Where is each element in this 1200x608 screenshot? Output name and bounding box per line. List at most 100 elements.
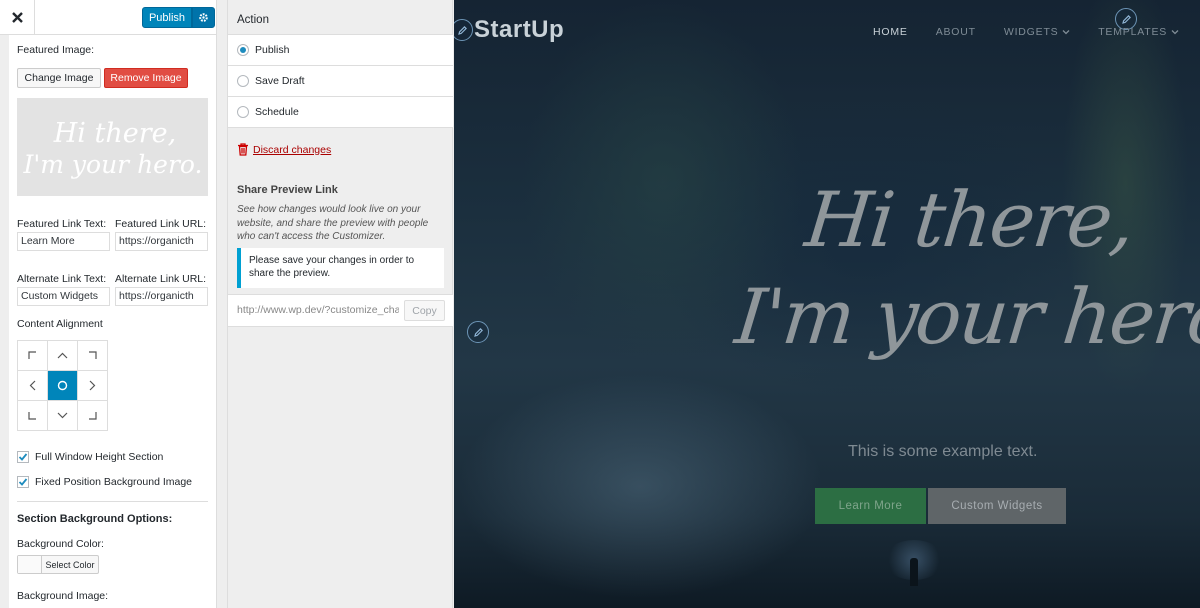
corner-top-left-icon bbox=[28, 351, 36, 359]
corner-bottom-left-icon bbox=[28, 412, 36, 420]
align-bottom-center[interactable] bbox=[48, 401, 78, 431]
publish-settings-pane: Action Publish Save Draft Schedule Disca… bbox=[227, 0, 453, 608]
close-customizer-button[interactable] bbox=[0, 0, 35, 35]
nav-about-label: ABOUT bbox=[935, 26, 976, 38]
discard-changes-row[interactable]: Discard changes bbox=[237, 143, 331, 156]
fixed-background-option[interactable]: Fixed Position Background Image bbox=[17, 476, 192, 488]
chevron-right-icon bbox=[89, 380, 96, 391]
checkmark-icon bbox=[18, 478, 28, 486]
alternate-link-text-label: Alternate Link Text: bbox=[17, 273, 107, 285]
learn-more-button[interactable]: Learn More bbox=[815, 488, 926, 524]
preview-url-row: http://www.wp.dev/?customize_changeset_u… bbox=[228, 294, 453, 327]
circle-icon bbox=[57, 380, 68, 391]
site-navigation: HOME ABOUT WIDGETS TEMPLATES SH bbox=[873, 26, 1200, 38]
chevron-down-icon bbox=[57, 412, 68, 419]
nav-templates-label: TEMPLATES bbox=[1098, 26, 1168, 38]
save-draft-option-label: Save Draft bbox=[255, 75, 305, 87]
nav-item-about[interactable]: ABOUT bbox=[936, 26, 976, 38]
trash-icon bbox=[238, 143, 248, 156]
background-image-label: Background Image: bbox=[17, 590, 109, 602]
align-center-right[interactable] bbox=[78, 371, 108, 401]
align-center-left[interactable] bbox=[18, 371, 48, 401]
full-window-height-label: Full Window Height Section bbox=[35, 451, 164, 463]
hero-subtitle: This is some example text. bbox=[848, 443, 1038, 460]
align-top-right[interactable] bbox=[78, 341, 108, 371]
remove-image-button[interactable]: Remove Image bbox=[104, 68, 188, 88]
align-center[interactable] bbox=[48, 371, 78, 401]
featured-preview-line1: Hi there, bbox=[53, 118, 176, 149]
save-draft-radio[interactable] bbox=[237, 75, 249, 87]
featured-preview-line2: I'm your hero. bbox=[23, 150, 203, 179]
edit-logo-shortcut[interactable] bbox=[454, 19, 473, 41]
alternate-link-text-input[interactable]: Custom Widgets bbox=[17, 287, 110, 306]
fixed-background-label: Fixed Position Background Image bbox=[35, 476, 193, 488]
schedule-radio[interactable] bbox=[237, 106, 249, 118]
featured-link-url-input[interactable]: https://organicth bbox=[115, 232, 208, 251]
select-color-label: Select Color bbox=[45, 559, 95, 570]
site-logo[interactable]: StartUp bbox=[474, 16, 564, 44]
pencil-icon bbox=[457, 25, 467, 35]
person-silhouette bbox=[910, 558, 918, 586]
hero-heading-line2: I'm your hero. bbox=[731, 272, 1200, 361]
publish-radio[interactable] bbox=[237, 44, 249, 56]
chevron-left-icon bbox=[29, 380, 36, 391]
content-alignment-grid bbox=[17, 340, 108, 431]
featured-image-label: Featured Image: bbox=[17, 44, 95, 56]
pencil-icon bbox=[473, 327, 483, 337]
action-option-schedule[interactable]: Schedule bbox=[228, 96, 453, 128]
share-preview-title: Share Preview Link bbox=[237, 184, 338, 196]
content-alignment-label: Content Alignment bbox=[17, 318, 103, 330]
alternate-link-url-label: Alternate Link URL: bbox=[115, 273, 207, 285]
action-option-save-draft[interactable]: Save Draft bbox=[228, 65, 453, 96]
site-preview: StartUp HOME ABOUT WIDGETS TEMPLATES SH … bbox=[454, 0, 1200, 608]
customizer-header: Publish bbox=[0, 0, 216, 35]
align-top-left[interactable] bbox=[18, 341, 48, 371]
nav-item-widgets[interactable]: WIDGETS bbox=[1004, 26, 1070, 38]
publish-option-label: Publish bbox=[255, 44, 290, 56]
schedule-option-label: Schedule bbox=[255, 106, 299, 118]
gear-icon bbox=[199, 13, 208, 22]
featured-link-text-input[interactable]: Learn More bbox=[17, 232, 110, 251]
alternate-link-url-input[interactable]: https://organicth bbox=[115, 287, 208, 306]
hero-heading-line1: Hi there, bbox=[801, 175, 1138, 264]
share-preview-description: See how changes would look live on your … bbox=[237, 204, 429, 242]
background-color-label: Background Color: bbox=[17, 538, 104, 550]
preview-url-field[interactable]: http://www.wp.dev/?customize_changeset_u… bbox=[237, 304, 399, 320]
chevron-down-icon bbox=[1062, 30, 1070, 35]
checkmark-icon bbox=[18, 453, 28, 461]
nav-home-label: HOME bbox=[873, 26, 908, 38]
fixed-background-checkbox[interactable] bbox=[17, 476, 29, 488]
select-color-button[interactable]: Select Color bbox=[17, 555, 99, 574]
action-option-publish[interactable]: Publish bbox=[228, 34, 453, 65]
featured-link-text-label: Featured Link Text: bbox=[17, 218, 107, 230]
corner-bottom-right-icon bbox=[89, 412, 97, 420]
publish-button[interactable]: Publish bbox=[142, 7, 192, 28]
change-image-button[interactable]: Change Image bbox=[17, 68, 101, 88]
nav-item-home[interactable]: HOME bbox=[873, 26, 908, 38]
color-swatch bbox=[18, 556, 42, 573]
nav-item-templates[interactable]: TEMPLATES bbox=[1098, 26, 1179, 38]
publish-settings-button[interactable] bbox=[192, 7, 215, 28]
align-bottom-right[interactable] bbox=[78, 401, 108, 431]
customizer-sidebar: Publish Featured Image: Change Image Rem… bbox=[0, 0, 217, 608]
full-window-height-option[interactable]: Full Window Height Section bbox=[17, 451, 163, 463]
nav-widgets-label: WIDGETS bbox=[1003, 26, 1059, 38]
chevron-up-icon bbox=[57, 352, 68, 359]
divider bbox=[17, 501, 208, 502]
featured-image-preview[interactable]: Hi there, I'm your hero. bbox=[17, 98, 208, 196]
save-changes-notice: Please save your changes in order to sha… bbox=[237, 248, 444, 288]
align-bottom-left[interactable] bbox=[18, 401, 48, 431]
section-background-title: Section Background Options: bbox=[17, 513, 173, 525]
custom-widgets-button[interactable]: Custom Widgets bbox=[928, 488, 1066, 524]
discard-changes-link[interactable]: Discard changes bbox=[253, 144, 331, 156]
copy-button[interactable]: Copy bbox=[404, 300, 445, 321]
edit-content-shortcut[interactable] bbox=[467, 321, 489, 343]
align-top-center[interactable] bbox=[48, 341, 78, 371]
section-controls: Featured Image: Change Image Remove Imag… bbox=[9, 35, 216, 608]
full-window-height-checkbox[interactable] bbox=[17, 451, 29, 463]
chevron-down-icon bbox=[1171, 30, 1179, 35]
pencil-icon bbox=[1121, 14, 1131, 24]
corner-top-right-icon bbox=[89, 351, 97, 359]
featured-link-url-label: Featured Link URL: bbox=[115, 218, 207, 230]
action-title: Action bbox=[237, 14, 269, 26]
